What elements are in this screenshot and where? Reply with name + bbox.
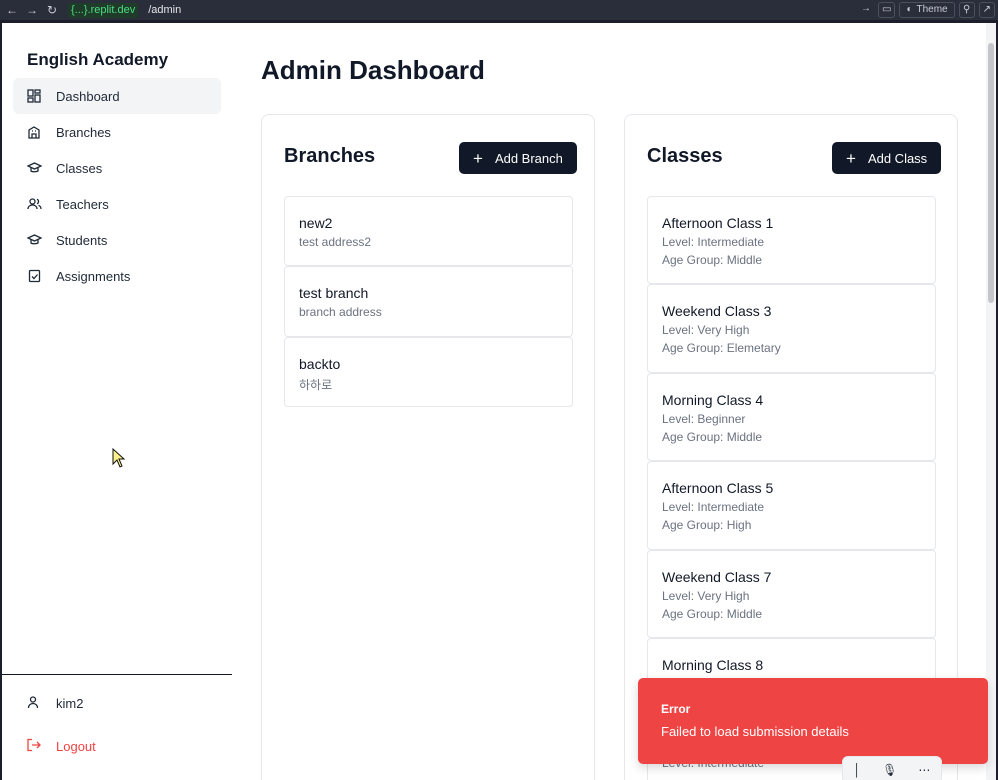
external-link-icon[interactable]: ↗ — [978, 2, 995, 18]
devices-icon[interactable]: ▭ — [877, 2, 896, 18]
reload-icon[interactable]: ↻ — [44, 3, 60, 17]
sidebar-item-label: Students — [56, 232, 108, 248]
branches-card: Branches + Add Branch new2 test address2… — [261, 114, 595, 780]
wrench-icon[interactable]: ⚲ — [958, 2, 975, 18]
logout-button[interactable]: Logout — [26, 738, 96, 754]
sidebar-item-students[interactable]: Students — [13, 222, 221, 258]
branch-address: test address2 — [299, 235, 372, 249]
sidebar-item-assignments[interactable]: Assignments — [13, 258, 221, 294]
logout-label: Logout — [56, 738, 96, 754]
branch-name: new2 — [299, 215, 333, 231]
logout-icon — [26, 738, 42, 754]
drag-handle-icon[interactable]: │ — [854, 763, 862, 777]
sidebar-item-label: Classes — [56, 160, 103, 176]
classes-title: Classes — [647, 145, 723, 167]
browser-toolbar: ← → ↻ {...}.replit.dev /admin → ▭ ◐ Them… — [0, 0, 998, 20]
class-level: Level: Beginner — [662, 412, 746, 426]
class-age-group: Age Group: Middle — [662, 607, 763, 621]
class-name: Afternoon Class 1 — [662, 215, 774, 231]
class-name: Afternoon Class 5 — [662, 480, 774, 496]
branch-address: branch address — [299, 305, 382, 319]
plus-icon: + — [846, 148, 856, 168]
user-profile[interactable]: kim2 — [26, 695, 83, 711]
page-title: Admin Dashboard — [261, 55, 485, 85]
class-item[interactable]: Morning Class 4 Level: Beginner Age Grou… — [647, 373, 936, 461]
open-arrow-icon[interactable]: → — [858, 2, 874, 18]
forward-icon[interactable]: → — [24, 3, 40, 17]
class-age-group: Age Group: Middle — [662, 430, 763, 444]
class-level: Level: Intermediate — [662, 235, 765, 249]
sidebar: English Academy Dashboard Branches Class… — [2, 23, 232, 780]
users-icon — [26, 196, 42, 212]
url-path[interactable]: /admin — [148, 4, 181, 16]
class-level: Level: Intermediate — [662, 500, 765, 514]
branch-item[interactable]: backto 하하로 — [284, 337, 573, 407]
brand-title: English Academy — [27, 50, 169, 69]
back-icon[interactable]: ← — [4, 3, 20, 17]
graduation-cap-icon — [26, 160, 42, 176]
scrollbar[interactable] — [986, 23, 996, 780]
sidebar-item-label: Dashboard — [56, 88, 120, 104]
user-icon — [26, 695, 42, 711]
building-icon — [26, 124, 42, 140]
sidebar-item-classes[interactable]: Classes — [13, 150, 221, 186]
sidebar-item-label: Branches — [56, 124, 111, 140]
class-item[interactable]: Afternoon Class 5 Level: Intermediate Ag… — [647, 461, 936, 550]
plus-icon: + — [473, 148, 483, 168]
clipboard-check-icon — [26, 268, 42, 284]
toast-title: Error — [661, 702, 691, 716]
branch-address: 하하로 — [299, 378, 333, 392]
class-item[interactable]: Afternoon Class 1 Level: Intermediate Ag… — [647, 196, 936, 284]
class-level: Level: Very High — [662, 323, 750, 337]
branch-name: backto — [299, 356, 341, 372]
class-name: Morning Class 8 — [662, 657, 764, 673]
more-icon[interactable]: ⋯ — [918, 763, 930, 777]
sidebar-item-label: Teachers — [56, 196, 109, 212]
microphone-icon[interactable]: 🎙 — [882, 763, 897, 777]
dashboard-icon — [26, 88, 42, 104]
class-age-group: Age Group: Elemetary — [662, 341, 781, 355]
toast-message: Failed to load submission details — [661, 724, 849, 739]
class-name: Weekend Class 3 — [662, 303, 772, 319]
mouse-cursor-icon — [112, 447, 126, 473]
class-name: Weekend Class 7 — [662, 569, 772, 585]
palette-icon: ◐ — [906, 4, 913, 15]
app-window: English Academy Dashboard Branches Class… — [2, 23, 996, 780]
class-item[interactable]: Weekend Class 7 Level: Very High Age Gro… — [647, 550, 936, 638]
scrollbar-thumb[interactable] — [988, 43, 994, 303]
sidebar-item-teachers[interactable]: Teachers — [13, 186, 221, 222]
branch-item[interactable]: test branch branch address — [284, 266, 573, 337]
add-branch-label: Add Branch — [494, 150, 563, 166]
branch-name: test branch — [299, 285, 369, 301]
class-level: Level: Very High — [662, 589, 750, 603]
add-class-button[interactable]: + Add Class — [832, 142, 942, 174]
sidebar-divider — [2, 674, 232, 675]
url-host[interactable]: {...}.replit.dev — [68, 2, 139, 18]
add-class-label: Add Class — [867, 150, 928, 166]
branch-item[interactable]: new2 test address2 — [284, 196, 573, 266]
graduation-cap-icon — [26, 232, 42, 248]
class-name: Morning Class 4 — [662, 392, 764, 408]
sidebar-item-dashboard[interactable]: Dashboard — [13, 78, 221, 114]
class-item[interactable]: Weekend Class 3 Level: Very High Age Gro… — [647, 284, 936, 373]
sidebar-item-branches[interactable]: Branches — [13, 114, 221, 150]
floating-toolbar: │ 🎙 ⋯ — [842, 756, 942, 780]
class-age-group: Age Group: Middle — [662, 253, 763, 267]
add-branch-button[interactable]: + Add Branch — [459, 142, 577, 174]
theme-button[interactable]: ◐ Theme — [899, 2, 955, 18]
branches-title: Branches — [284, 145, 376, 167]
theme-label: Theme — [916, 4, 948, 15]
error-toast: Error Failed to load submission details — [638, 678, 988, 764]
sidebar-item-label: Assignments — [56, 268, 131, 284]
user-name: kim2 — [56, 695, 84, 711]
class-age-group: Age Group: High — [662, 518, 752, 532]
